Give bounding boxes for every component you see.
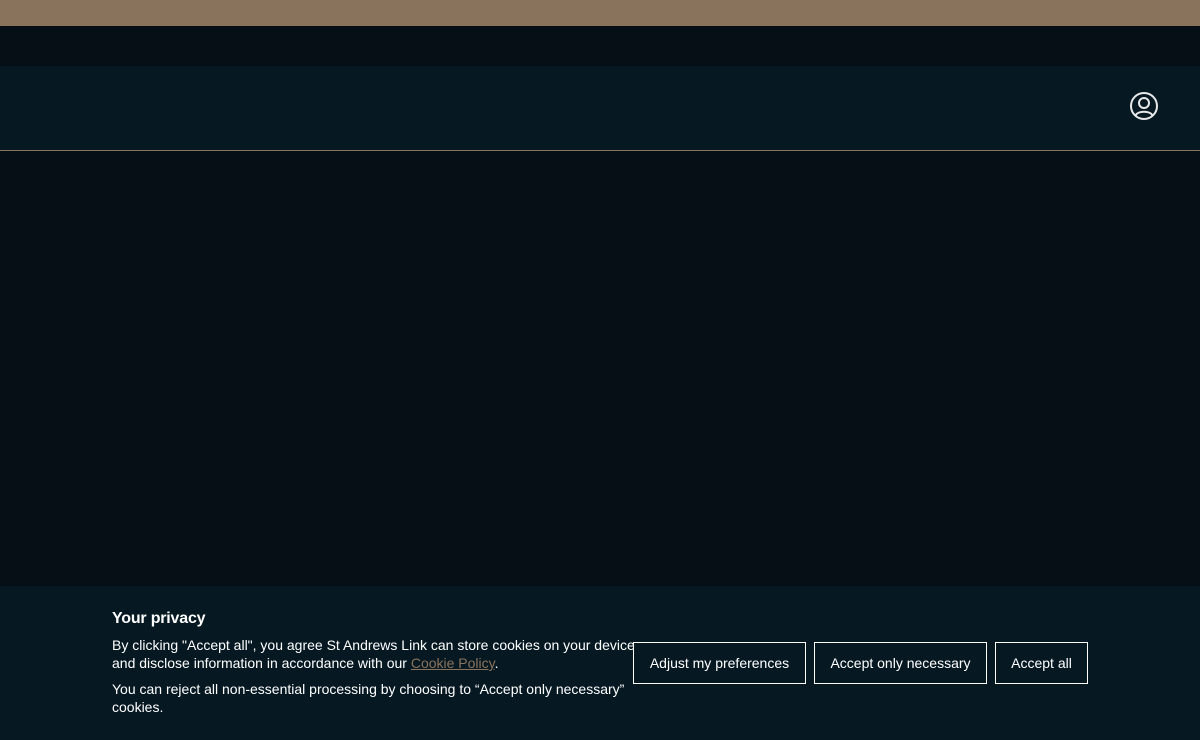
cookie-button-row: Adjust my preferences Accept only necess… (633, 642, 1088, 684)
cookie-banner-title: Your privacy (112, 610, 206, 627)
site-header (0, 66, 1200, 151)
top-bar (0, 26, 1200, 66)
adjust-preferences-button[interactable]: Adjust my preferences (633, 642, 806, 684)
main-content (0, 151, 1200, 586)
top-accent-strip (0, 0, 1200, 26)
cookie-banner-text: By clicking "Accept all", you agree St A… (112, 636, 637, 724)
cookie-reject-paragraph: You can reject all non-essential process… (112, 681, 625, 715)
cookie-policy-link[interactable]: Cookie Policy (411, 655, 495, 671)
user-circle-icon (1130, 92, 1158, 120)
cookie-consent-paragraph: By clicking "Accept all", you agree St A… (112, 636, 637, 672)
account-button[interactable] (1128, 90, 1160, 122)
accept-all-button[interactable]: Accept all (995, 642, 1088, 684)
accept-necessary-button[interactable]: Accept only necessary (814, 642, 987, 684)
cookie-consent-text-end: . (494, 655, 499, 671)
cookie-consent-text: By clicking "Accept all", you agree St A… (112, 637, 635, 671)
cookie-banner: Your privacy By clicking "Accept all", y… (0, 586, 1200, 740)
